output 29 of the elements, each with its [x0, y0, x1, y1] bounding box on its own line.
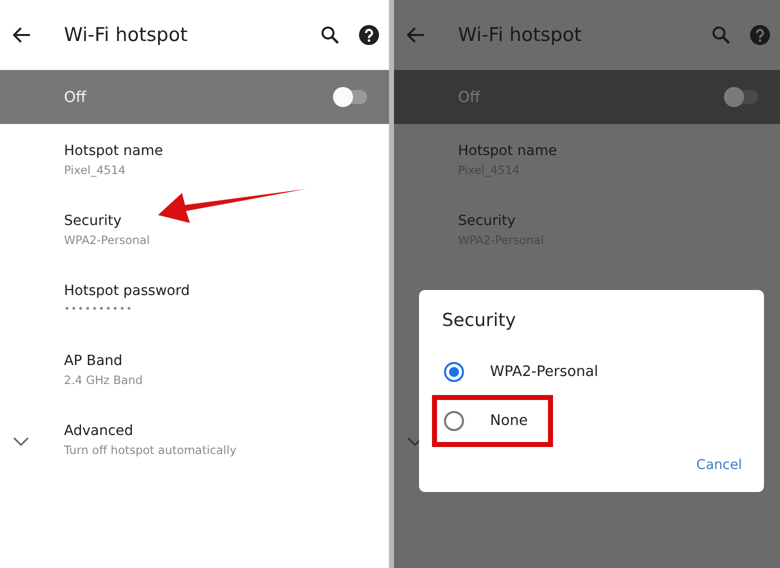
cancel-button[interactable]: Cancel	[696, 453, 742, 477]
switch-label: Off	[64, 88, 88, 106]
chevron-down-icon[interactable]	[13, 437, 29, 446]
setting-value: ••••••••••	[64, 303, 134, 317]
search-icon[interactable]	[321, 26, 339, 44]
toggle-switch[interactable]	[726, 90, 758, 104]
radio-option[interactable]: WPA2-Personal	[432, 349, 624, 395]
radio-button[interactable]	[444, 362, 464, 382]
radio-option[interactable]: None	[432, 395, 553, 447]
setting-value: WPA2-Personal	[64, 232, 150, 249]
setting-title[interactable]: Hotspot password	[64, 281, 190, 301]
option-label: WPA2-Personal	[490, 364, 598, 380]
setting-title[interactable]: AP Band	[64, 351, 122, 371]
setting-value: Pixel_4514	[64, 162, 127, 179]
setting-value: 2.4 GHz Band	[64, 372, 143, 389]
setting-title[interactable]: Hotspot name	[64, 141, 163, 161]
setting-value: Turn off hotspot automatically	[64, 442, 236, 459]
toggle-switch[interactable]	[335, 90, 367, 104]
help-icon[interactable]	[359, 25, 379, 45]
screen-title: Wi-Fi hotspot	[64, 24, 189, 46]
radio-button[interactable]	[444, 411, 464, 431]
setting-title[interactable]: Advanced	[64, 421, 134, 441]
master-switch-bar[interactable]: Off	[0, 70, 389, 124]
screen-title: Wi-Fi hotspot	[458, 24, 583, 46]
switch-label: Off	[458, 88, 482, 106]
back-arrow-icon[interactable]	[13, 27, 31, 43]
setting-title[interactable]: Security	[64, 211, 122, 231]
option-label: None	[490, 413, 528, 429]
dialog-title: Security	[442, 310, 516, 331]
